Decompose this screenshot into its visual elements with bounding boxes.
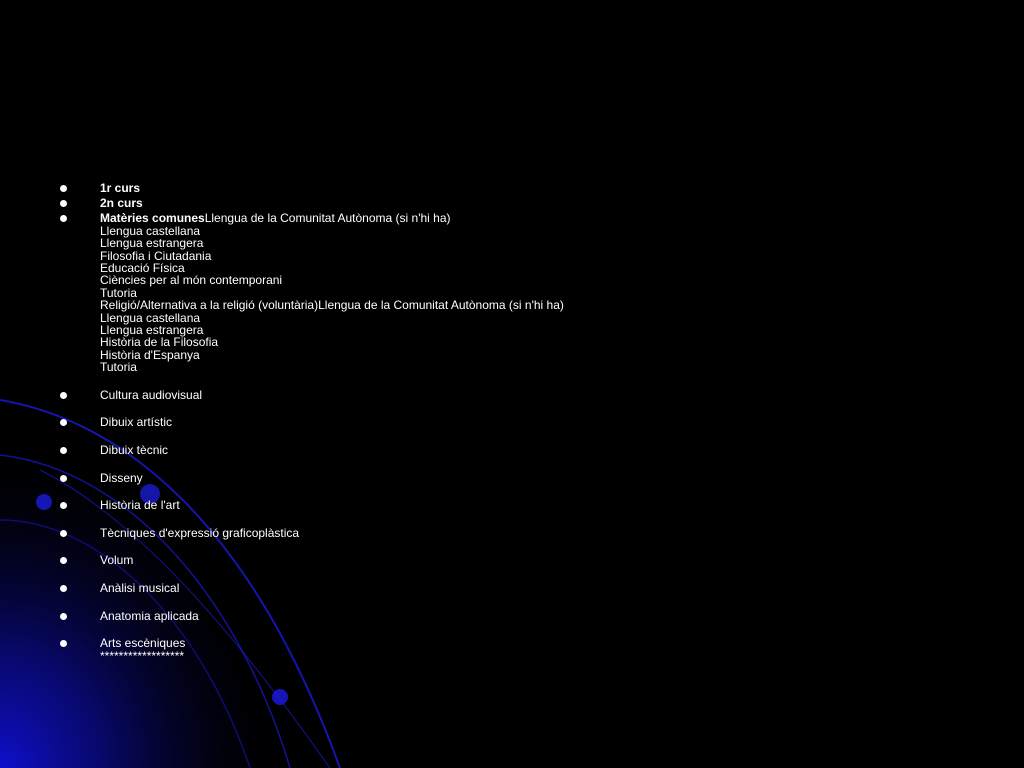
list-item-text: Dibuix artístic [100, 415, 173, 430]
list-item-text: Cultura audiovisual [100, 387, 203, 402]
list-item: Arts escèniques ****************** [60, 637, 960, 662]
list-item-subline: Ciències per al món contemporani [100, 273, 283, 288]
list-item: Dibuix artístic [60, 415, 960, 430]
list-item: Disseny [60, 470, 960, 485]
bullet-icon [60, 502, 67, 510]
list-item-subline: ****************** [100, 648, 185, 663]
list-item: 2n curs [60, 196, 960, 211]
list-item-subline: Religió/Alternativa a la religió (volunt… [100, 298, 564, 313]
list-item-subline: Llengua castellana [100, 223, 201, 238]
list-item-subline: Llengua castellana [100, 310, 201, 325]
list-item-subline: Història d'Espanya [100, 347, 200, 362]
bullet-icon [60, 529, 67, 537]
list-item-title: 1r curs [100, 181, 141, 195]
bullet-icon [60, 585, 67, 593]
bullet-icon [60, 557, 67, 565]
bullet-icon [60, 474, 67, 482]
bullet-icon [60, 612, 67, 620]
list-item: Cultura audiovisual [60, 387, 960, 402]
list-item-text: Anatomia aplicada [100, 608, 199, 623]
list-item-subline: Tutoria [100, 360, 137, 375]
slide: 1r curs 2n curs Matèries comunesLlengua … [0, 0, 1024, 768]
bullet-list: 1r curs 2n curs Matèries comunesLlengua … [60, 182, 960, 662]
list-item-title: 2n curs [100, 196, 143, 211]
bullet-icon [60, 200, 67, 208]
bullet-icon [60, 640, 67, 648]
list-item: Matèries comunesLlengua de la Comunitat … [60, 211, 960, 375]
list-item-subline: Història de la Filosofia [100, 335, 219, 350]
list-item-subline: Llengua estrangera [100, 323, 204, 338]
bullet-icon [60, 391, 67, 399]
list-item: Volum [60, 553, 960, 568]
bullet-icon [60, 447, 67, 455]
list-item-subline: Llengua de la Comunitat Autònoma (si n'h… [204, 211, 451, 226]
list-item-text: Volum [100, 553, 134, 568]
list-item: Dibuix tècnic [60, 444, 960, 456]
bullet-icon [60, 419, 67, 427]
list-item: 1r curs [60, 182, 960, 194]
list-item-subline: Llengua estrangera [100, 236, 204, 251]
list-item: Anatomia aplicada [60, 608, 960, 623]
list-item-text: Dibuix tècnic [100, 443, 169, 458]
list-item-subline: Filosofia i Ciutadania [100, 248, 212, 263]
list-item: Tècniques d'expressió graficoplàstica [60, 525, 960, 540]
list-item-text: Tècniques d'expressió graficoplàstica [100, 525, 300, 540]
list-item-text: Disseny [100, 470, 143, 485]
bullet-icon [60, 185, 67, 192]
list-item: Història de l'art [60, 498, 960, 513]
bullet-icon [60, 215, 67, 223]
list-item-text: Anàlisi musical [100, 581, 180, 596]
list-item-text: Història de l'art [100, 498, 180, 513]
list-item: Anàlisi musical [60, 582, 960, 594]
list-item-text: Arts escèniques [100, 636, 186, 651]
